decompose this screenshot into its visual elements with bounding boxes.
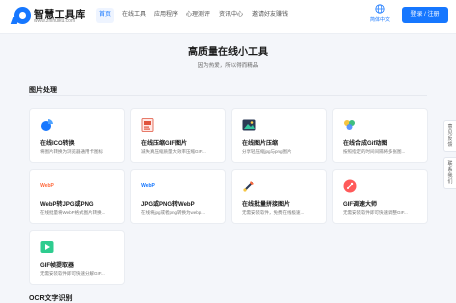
hero-subtitle: 因为热爱，所以得而精品 xyxy=(197,63,259,69)
gif-compress-icon xyxy=(141,118,154,132)
contact-button[interactable]: 联系我们 xyxy=(443,157,456,189)
tool-card-gif-compose[interactable]: 在线合成Gif动图 按照指定的时间间隔将多张图... xyxy=(332,108,428,163)
tool-desc: 按照指定的时间间隔将多张图... xyxy=(343,149,406,154)
logo-mark-icon xyxy=(14,7,31,24)
tool-name: GIF帧提取器 xyxy=(40,263,74,269)
nav-applications[interactable]: 应用程序 xyxy=(154,8,178,23)
logo-url: www.zhihuiku.com xyxy=(34,18,76,24)
tool-desc: 在线将jpg或者png转换为webp... xyxy=(141,210,206,215)
top-navigation-bar: 智慧工具库 www.zhihuiku.com 首页 在线工具 应用程序 心理测评… xyxy=(0,0,456,34)
tool-name: 在线批量拼接图片 xyxy=(242,202,291,208)
jpg-to-webp-icon: WebP xyxy=(141,179,155,193)
feedback-button[interactable]: 意见反馈 xyxy=(443,120,456,152)
hero-title: 高质量在线小工具 xyxy=(188,47,268,58)
tool-desc: 无需安装软件，免费在线极速... xyxy=(242,210,305,215)
nav-news[interactable]: 资讯中心 xyxy=(219,8,243,23)
webp-badge: WebP xyxy=(40,183,54,189)
section-title-ocr: OCR文字识别 xyxy=(29,295,73,302)
tool-card-ico[interactable]: 在线ICO转换 将图片转换为浏览器通用卡图标 xyxy=(29,108,125,163)
tool-card-image-stitch[interactable]: 在线批量拼接图片 无需安装软件，免费在线极速... xyxy=(231,169,327,224)
tool-card-image-compress[interactable]: 在线图片压缩 分享轻压缩jpg与png图片 xyxy=(231,108,327,163)
ico-convert-icon xyxy=(41,119,53,131)
tool-card-webp-to-jpg[interactable]: WebP WebP转JPG或PNG 在线批量将WebP格式图片转换... xyxy=(29,169,125,224)
tool-desc: 将图片转换为浏览器通用卡图标 xyxy=(40,149,103,154)
tool-name: 在线ICO转换 xyxy=(40,141,75,147)
webp-badge: WebP xyxy=(141,183,155,189)
tool-desc: 在线批量将WebP格式图片转换... xyxy=(40,210,106,215)
nav-online-tools[interactable]: 在线工具 xyxy=(122,8,146,23)
login-register-button[interactable]: 登录 / 注册 xyxy=(402,7,448,23)
tool-desc: 分享轻压缩jpg与png图片 xyxy=(242,149,292,154)
tool-name: 在线合成Gif动图 xyxy=(343,141,388,147)
contact-label: 联系我们 xyxy=(447,161,453,185)
tool-name: GIF调速大师 xyxy=(343,202,377,208)
tool-name: 在线图片压缩 xyxy=(242,141,279,147)
tool-desc: 无需安装软件即可快速调整GIF... xyxy=(343,210,408,215)
tool-card-jpg-to-webp[interactable]: WebP JPG或PNG转WebP 在线将jpg或者png转换为webp... xyxy=(130,169,226,224)
feedback-label: 意见反馈 xyxy=(447,124,453,148)
image-compress-icon xyxy=(242,119,256,131)
globe-icon xyxy=(375,4,385,14)
nav-invite[interactable]: 邀请好友赚钱 xyxy=(252,8,288,23)
gif-speed-icon xyxy=(343,179,357,193)
gif-compose-icon xyxy=(344,120,355,130)
tool-desc: 减失真压缩质量大效率压缩GIF... xyxy=(141,149,206,154)
tool-name: WebP转JPG或PNG xyxy=(40,202,94,208)
gif-frame-icon xyxy=(40,241,54,253)
site-logo[interactable]: 智慧工具库 www.zhihuiku.com xyxy=(14,6,94,30)
tool-card-gif-speed[interactable]: GIF调速大师 无需安装软件即可快速调整GIF... xyxy=(332,169,428,224)
nav-home[interactable]: 首页 xyxy=(96,8,114,23)
tool-name: 在线压缩GIF图片 xyxy=(141,141,187,147)
section-title-image: 图片处理 xyxy=(29,87,57,94)
section-divider xyxy=(29,95,427,96)
language-switch[interactable]: 简体中文 xyxy=(363,4,397,30)
webp-to-jpg-icon: WebP xyxy=(40,179,54,193)
nav-psych-test[interactable]: 心理测评 xyxy=(186,8,210,23)
tool-card-gif-compress[interactable]: 在线压缩GIF图片 减失真压缩质量大效率压缩GIF... xyxy=(130,108,226,163)
tool-desc: 无需安装软件即可快速分解GIF... xyxy=(40,271,105,276)
image-stitch-icon xyxy=(243,181,254,192)
language-label: 简体中文 xyxy=(369,17,390,23)
tool-card-gif-frame[interactable]: GIF帧提取器 无需安装软件即可快速分解GIF... xyxy=(29,230,125,285)
tool-name: JPG或PNG转WebP xyxy=(141,202,195,208)
